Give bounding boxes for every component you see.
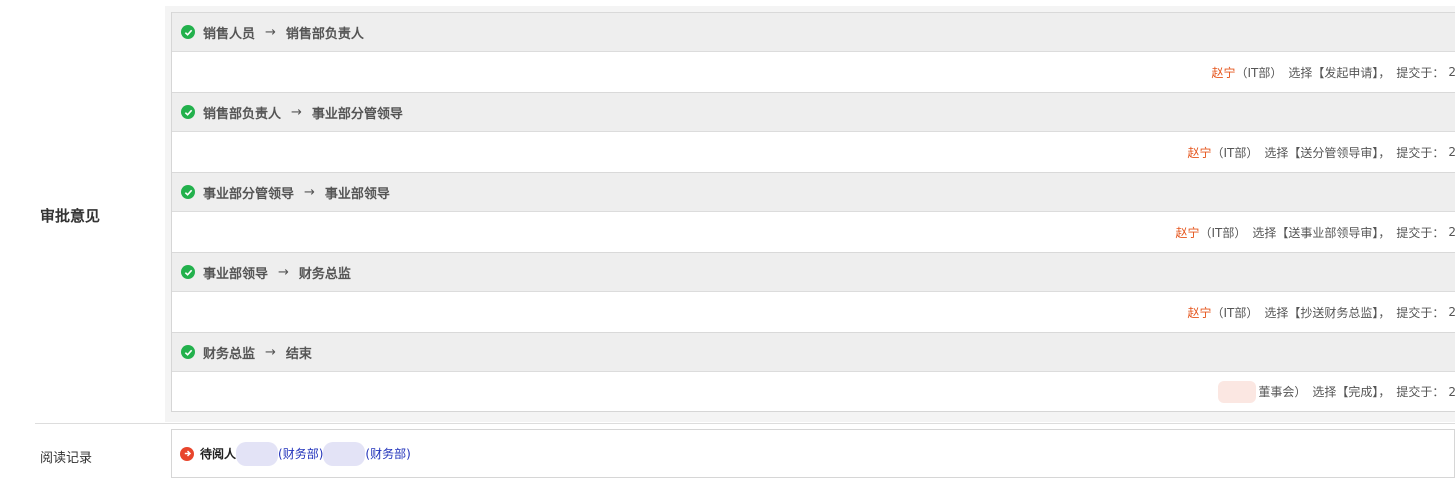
step-action: 选择【送事业部领导审】，	[1252, 225, 1391, 240]
read-record-label: 阅读记录	[40, 451, 93, 466]
reader-dept[interactable]: (财务部)	[365, 445, 410, 462]
step-action: 选择【送分管领导审】，	[1264, 145, 1391, 160]
approval-steps: 销售人员 → 销售部负责人 赵宁 （IT部） 选择【发起申请】， 提交于： 2 …	[171, 12, 1455, 412]
submit-time: 2	[1448, 384, 1455, 399]
step-action: 选择【发起申请】，	[1288, 65, 1391, 80]
actor-dept: 董事会）	[1258, 385, 1307, 399]
step-to: 事业部分管领导	[311, 106, 403, 122]
step-record: 赵宁 （IT部） 选择【送分管领导审】， 提交于： 2	[172, 132, 1455, 172]
submit-time: 2	[1448, 145, 1455, 159]
actor-name[interactable]: 赵宁	[1175, 224, 1199, 241]
step-header: 事业部领导 → 财务总监	[172, 252, 1455, 292]
step-record: 赵宁 （IT部） 选择【抄送财务总监】， 提交于： 2	[172, 292, 1455, 332]
check-circle-icon	[181, 25, 195, 39]
arrow-icon: →	[265, 344, 276, 360]
actor-dept: （IT部）	[1211, 305, 1259, 320]
step-header: 事业部分管领导 → 事业部领导	[172, 172, 1455, 212]
arrow-icon: →	[291, 104, 302, 120]
submit-label: 提交于：	[1396, 145, 1445, 160]
step-to: 财务总监	[298, 266, 351, 282]
check-circle-icon	[181, 265, 195, 279]
check-circle-icon	[181, 185, 195, 199]
actor-name[interactable]: 赵宁	[1211, 64, 1235, 81]
redacted-reader-name	[236, 441, 279, 466]
arrow-icon: →	[278, 264, 289, 280]
check-circle-icon	[181, 345, 195, 359]
approval-section-label: 审批意见	[40, 207, 101, 225]
submit-label: 提交于：	[1396, 65, 1445, 80]
step-header: 财务总监 → 结束	[172, 332, 1455, 372]
submit-label: 提交于：	[1396, 225, 1445, 240]
step-record: 赵宁 （IT部） 选择【送事业部领导审】， 提交于： 2	[172, 212, 1455, 252]
actor-dept: （IT部）	[1211, 145, 1259, 160]
arrow-icon: →	[304, 184, 315, 200]
step-from: 事业部分管领导	[203, 186, 295, 202]
step-record: 董事会） 选择【完成】， 提交于： 2	[172, 372, 1455, 412]
step-from: 事业部领导	[203, 266, 269, 282]
redacted-actor-name	[1218, 380, 1257, 403]
submit-label: 提交于：	[1396, 385, 1445, 399]
step-action: 选择【抄送财务总监】，	[1264, 305, 1391, 320]
step-header: 销售部负责人 → 事业部分管领导	[172, 92, 1455, 132]
step-to: 事业部领导	[324, 186, 390, 202]
reader-dept[interactable]: (财务部)	[278, 445, 323, 462]
arrow-circle-right-icon	[180, 446, 194, 461]
submit-time: 2	[1448, 225, 1455, 239]
step-from: 财务总监	[203, 346, 256, 362]
submit-time: 2	[1448, 65, 1455, 79]
check-circle-icon	[181, 105, 195, 119]
arrow-icon: →	[265, 24, 276, 40]
step-record: 赵宁 （IT部） 选择【发起申请】， 提交于： 2	[172, 52, 1455, 92]
step-header: 销售人员 → 销售部负责人	[172, 12, 1455, 52]
submit-time: 2	[1448, 305, 1455, 319]
step-action: 选择【完成】，	[1312, 385, 1391, 399]
section-divider	[35, 423, 1455, 424]
redacted-reader-name	[323, 441, 366, 466]
step-from: 销售人员	[203, 26, 256, 42]
actor-dept: （IT部）	[1235, 65, 1283, 80]
pending-readers-label: 待阅人	[200, 447, 237, 461]
submit-label: 提交于：	[1396, 305, 1445, 320]
actor-name[interactable]: 赵宁	[1187, 304, 1211, 321]
actor-name[interactable]: 赵宁	[1187, 144, 1211, 161]
actor-dept: （IT部）	[1199, 225, 1247, 240]
step-to: 结束	[285, 346, 312, 362]
step-from: 销售部负责人	[203, 106, 282, 122]
step-to: 销售部负责人	[285, 26, 364, 42]
read-record-box: 待阅人 (财务部) (财务部)	[171, 429, 1455, 478]
